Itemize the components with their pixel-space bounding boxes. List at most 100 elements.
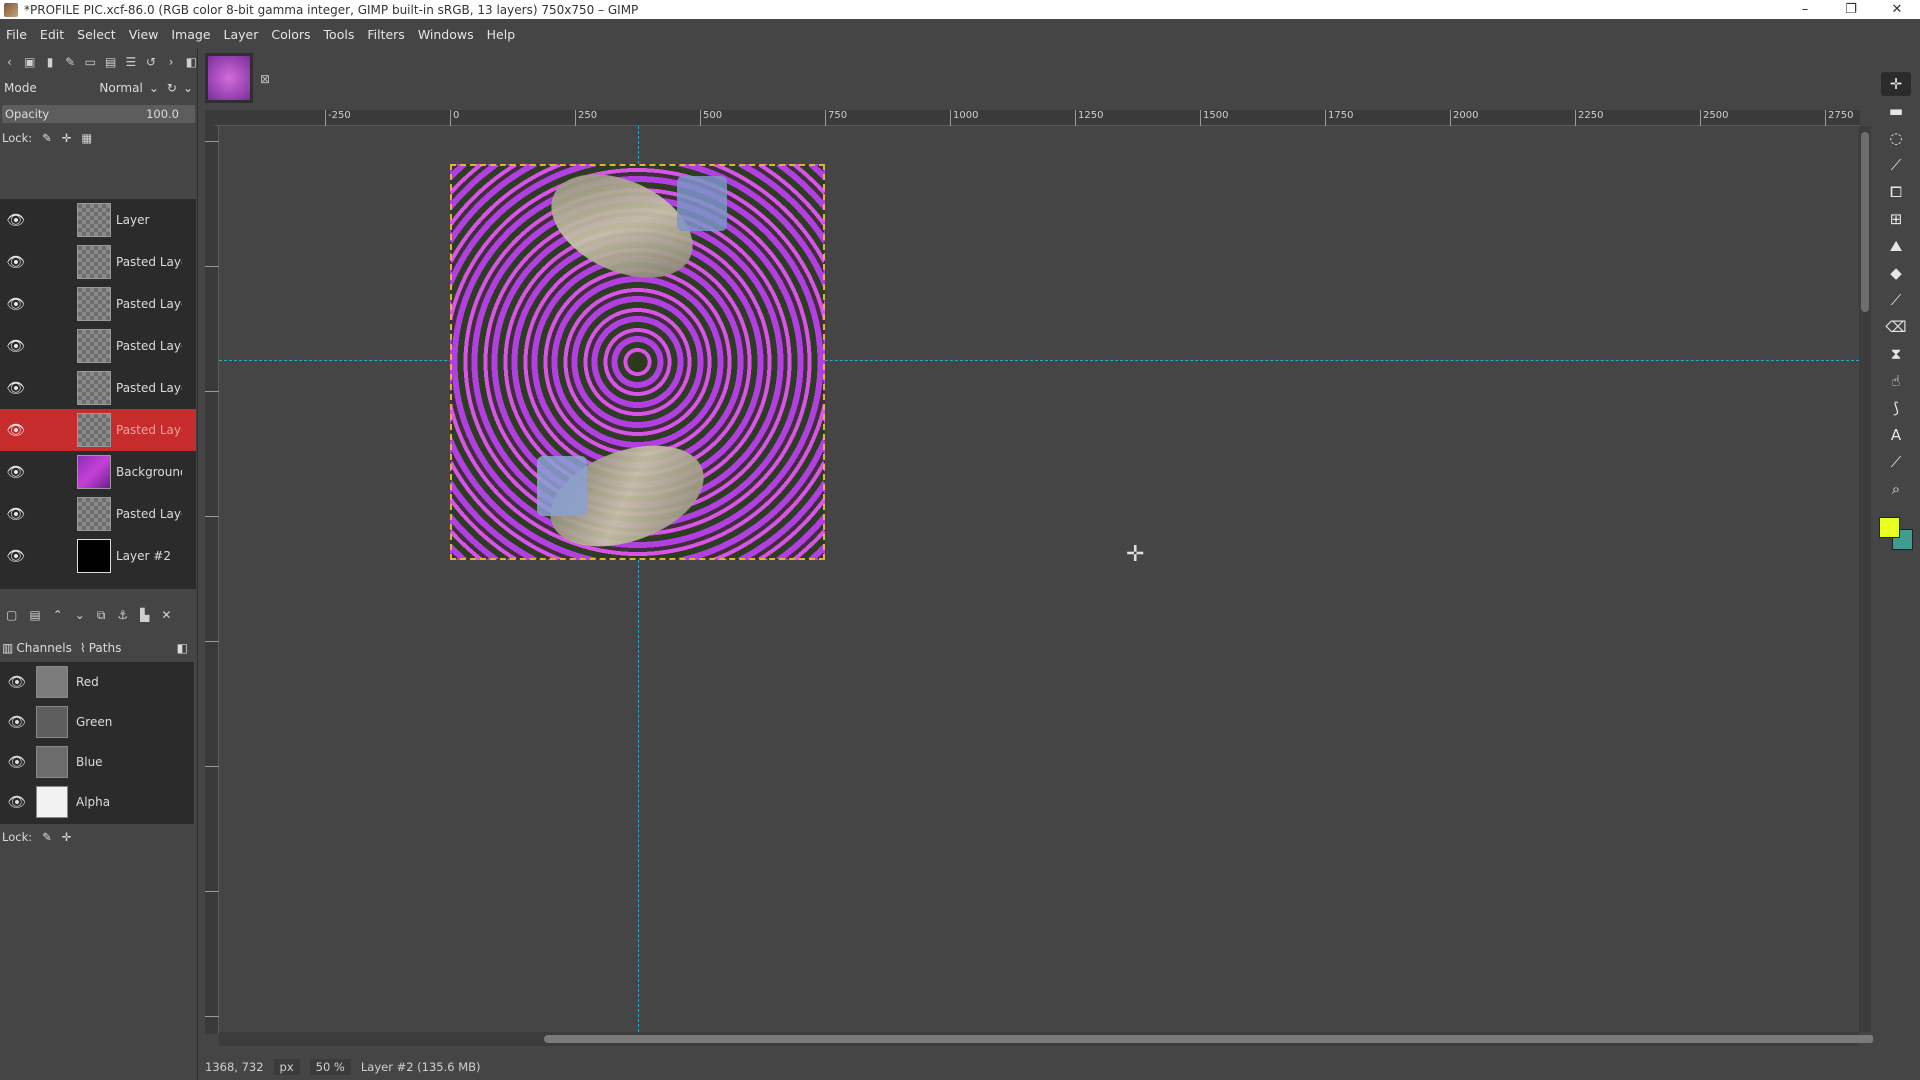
text-tool-icon[interactable]: A: [1881, 423, 1911, 447]
eye-icon[interactable]: 👁: [0, 211, 32, 229]
anchor-layer-icon[interactable]: ⚓: [117, 608, 128, 622]
eye-icon[interactable]: 👁: [0, 421, 32, 439]
horizontal-scrollbar[interactable]: [219, 1032, 1874, 1046]
menu-colors[interactable]: Colors: [271, 27, 310, 42]
panel-menu-icon[interactable]: ◧: [177, 641, 188, 655]
new-layer-icon[interactable]: ▢: [6, 608, 17, 622]
menu-tools[interactable]: Tools: [324, 27, 355, 42]
lock-position-icon[interactable]: ✛: [62, 830, 72, 844]
minimize-button[interactable]: –: [1782, 0, 1828, 19]
layer-row[interactable]: 👁 Pasted Layer: [0, 241, 196, 283]
opacity-slider[interactable]: Opacity 100.0: [2, 105, 195, 123]
eye-icon[interactable]: 👁: [0, 379, 32, 397]
layer-row[interactable]: 👁 Pasted Layer: [0, 493, 196, 535]
bucket-fill-tool-icon[interactable]: ◆: [1881, 261, 1911, 285]
channel-row[interactable]: 👁 Green: [0, 702, 194, 742]
vertical-scrollbar[interactable]: [1859, 126, 1871, 1032]
eye-icon[interactable]: 👁: [0, 753, 34, 771]
eye-icon[interactable]: 👁: [0, 713, 34, 731]
lock-alpha-icon[interactable]: ▦: [81, 131, 92, 145]
eye-icon[interactable]: 👁: [0, 253, 32, 271]
menu-select[interactable]: Select: [77, 27, 116, 42]
close-image-icon[interactable]: ⊠: [260, 72, 270, 86]
duplicate-layer-icon[interactable]: ⧉: [97, 608, 106, 623]
delete-layer-icon[interactable]: ✕: [161, 608, 171, 622]
zoom-select[interactable]: 50 %: [309, 1058, 351, 1075]
channel-row[interactable]: 👁 Alpha: [0, 782, 194, 822]
layer-row[interactable]: 👁 Pasted Layer: [0, 283, 196, 325]
crop-tool-icon[interactable]: ⧠: [1881, 180, 1911, 204]
menu-help[interactable]: Help: [487, 27, 516, 42]
horizontal-scroll-thumb[interactable]: [544, 1035, 1874, 1043]
fuzzy-select-tool-icon[interactable]: ⟋: [1881, 153, 1911, 177]
unit-select[interactable]: px: [273, 1058, 300, 1075]
paths-tool-icon[interactable]: ⟆: [1881, 396, 1911, 420]
mode-select[interactable]: Normal: [82, 81, 149, 95]
brushes-icon[interactable]: ▮: [44, 55, 55, 69]
lock-pixels-icon[interactable]: ✎: [42, 131, 52, 145]
eye-icon[interactable]: 👁: [0, 673, 34, 691]
layer-row[interactable]: 👁 Pasted Layer: [0, 367, 196, 409]
undo-history-icon[interactable]: ↺: [145, 55, 156, 69]
vertical-scroll-thumb[interactable]: [1861, 132, 1869, 312]
image-tab[interactable]: [205, 53, 253, 103]
menu-windows[interactable]: Windows: [418, 27, 474, 42]
new-group-icon[interactable]: ▤: [29, 608, 40, 622]
eye-icon[interactable]: 👁: [0, 505, 32, 523]
close-button[interactable]: ✕: [1874, 0, 1920, 19]
raise-layer-icon[interactable]: ⌃: [53, 608, 63, 622]
tool-options-icon[interactable]: ▣: [24, 55, 35, 69]
eye-icon[interactable]: 👁: [0, 337, 32, 355]
eraser-tool-icon[interactable]: ⌫: [1881, 315, 1911, 339]
zoom-tool-icon[interactable]: ⌕: [1881, 477, 1911, 501]
tab-channels[interactable]: ▥ Channels: [2, 641, 72, 655]
tab-paths[interactable]: ⌇ Paths: [80, 641, 121, 655]
layer-row[interactable]: 👁 Layer: [0, 199, 196, 241]
eye-icon[interactable]: 👁: [0, 295, 32, 313]
reset-mode-icon[interactable]: ↻: [167, 81, 177, 95]
lower-layer-icon[interactable]: ⌄: [75, 608, 85, 622]
paintbrush-tool-icon[interactable]: ⟋: [1881, 288, 1911, 312]
channel-row[interactable]: 👁 Red: [0, 662, 194, 702]
paint-icon[interactable]: ✎: [65, 55, 76, 69]
menu-filters[interactable]: Filters: [367, 27, 404, 42]
color-picker-tool-icon[interactable]: ⟋: [1881, 450, 1911, 474]
dock-menu-icon[interactable]: ◧: [186, 55, 197, 69]
lock-pixels-icon[interactable]: ✎: [42, 830, 52, 844]
maximize-button[interactable]: ❐: [1828, 0, 1874, 19]
menu-image[interactable]: Image: [171, 27, 210, 42]
layer-row[interactable]: 👁 Layer #2: [0, 535, 196, 577]
images-icon[interactable]: ▤: [105, 55, 116, 69]
horizontal-ruler[interactable]: -250 0 250 500 750 1000 1250 1500 1750 2000 2250 25…: [215, 110, 1860, 126]
eye-icon[interactable]: 👁: [0, 547, 32, 565]
menu-edit[interactable]: Edit: [40, 27, 64, 42]
menu-layer[interactable]: Layer: [224, 27, 259, 42]
merge-layer-icon[interactable]: ▙: [140, 608, 149, 622]
layer-row[interactable]: 👁 Pasted Layer: [0, 409, 196, 451]
transform-tool-icon[interactable]: ⊞: [1881, 207, 1911, 231]
move-tool-icon[interactable]: ✛: [1881, 72, 1911, 96]
channel-row[interactable]: 👁 Blue: [0, 742, 194, 782]
foreground-color-swatch[interactable]: [1879, 517, 1900, 538]
device-icon[interactable]: ▭: [85, 55, 96, 69]
layer-row[interactable]: 👁 Pasted Layer: [0, 325, 196, 367]
layer-row[interactable]: 👁 Background: [0, 451, 196, 493]
vertical-ruler[interactable]: [205, 126, 219, 1034]
eye-icon[interactable]: 👁: [0, 463, 32, 481]
image-canvas[interactable]: ✛: [219, 126, 1859, 1032]
layers-icon[interactable]: ☰: [125, 55, 137, 69]
warp-tool-icon[interactable]: ⛰: [1881, 234, 1911, 258]
menu-view[interactable]: View: [129, 27, 159, 42]
chevron-right-icon[interactable]: ›: [166, 55, 177, 69]
chevron-left-icon[interactable]: ‹: [4, 55, 15, 69]
clone-tool-icon[interactable]: ⧗: [1881, 342, 1911, 366]
chevron-down-icon[interactable]: ⌄: [183, 81, 193, 95]
chevron-down-icon[interactable]: ⌄: [149, 81, 159, 95]
free-select-tool-icon[interactable]: ◌: [1881, 126, 1911, 150]
eye-icon[interactable]: 👁: [0, 793, 34, 811]
rect-select-tool-icon[interactable]: ▬: [1881, 99, 1911, 123]
menu-file[interactable]: File: [6, 27, 27, 42]
smudge-tool-icon[interactable]: ☝: [1881, 369, 1911, 393]
image-artwork[interactable]: [450, 153, 825, 566]
lock-position-icon[interactable]: ✛: [62, 131, 72, 145]
